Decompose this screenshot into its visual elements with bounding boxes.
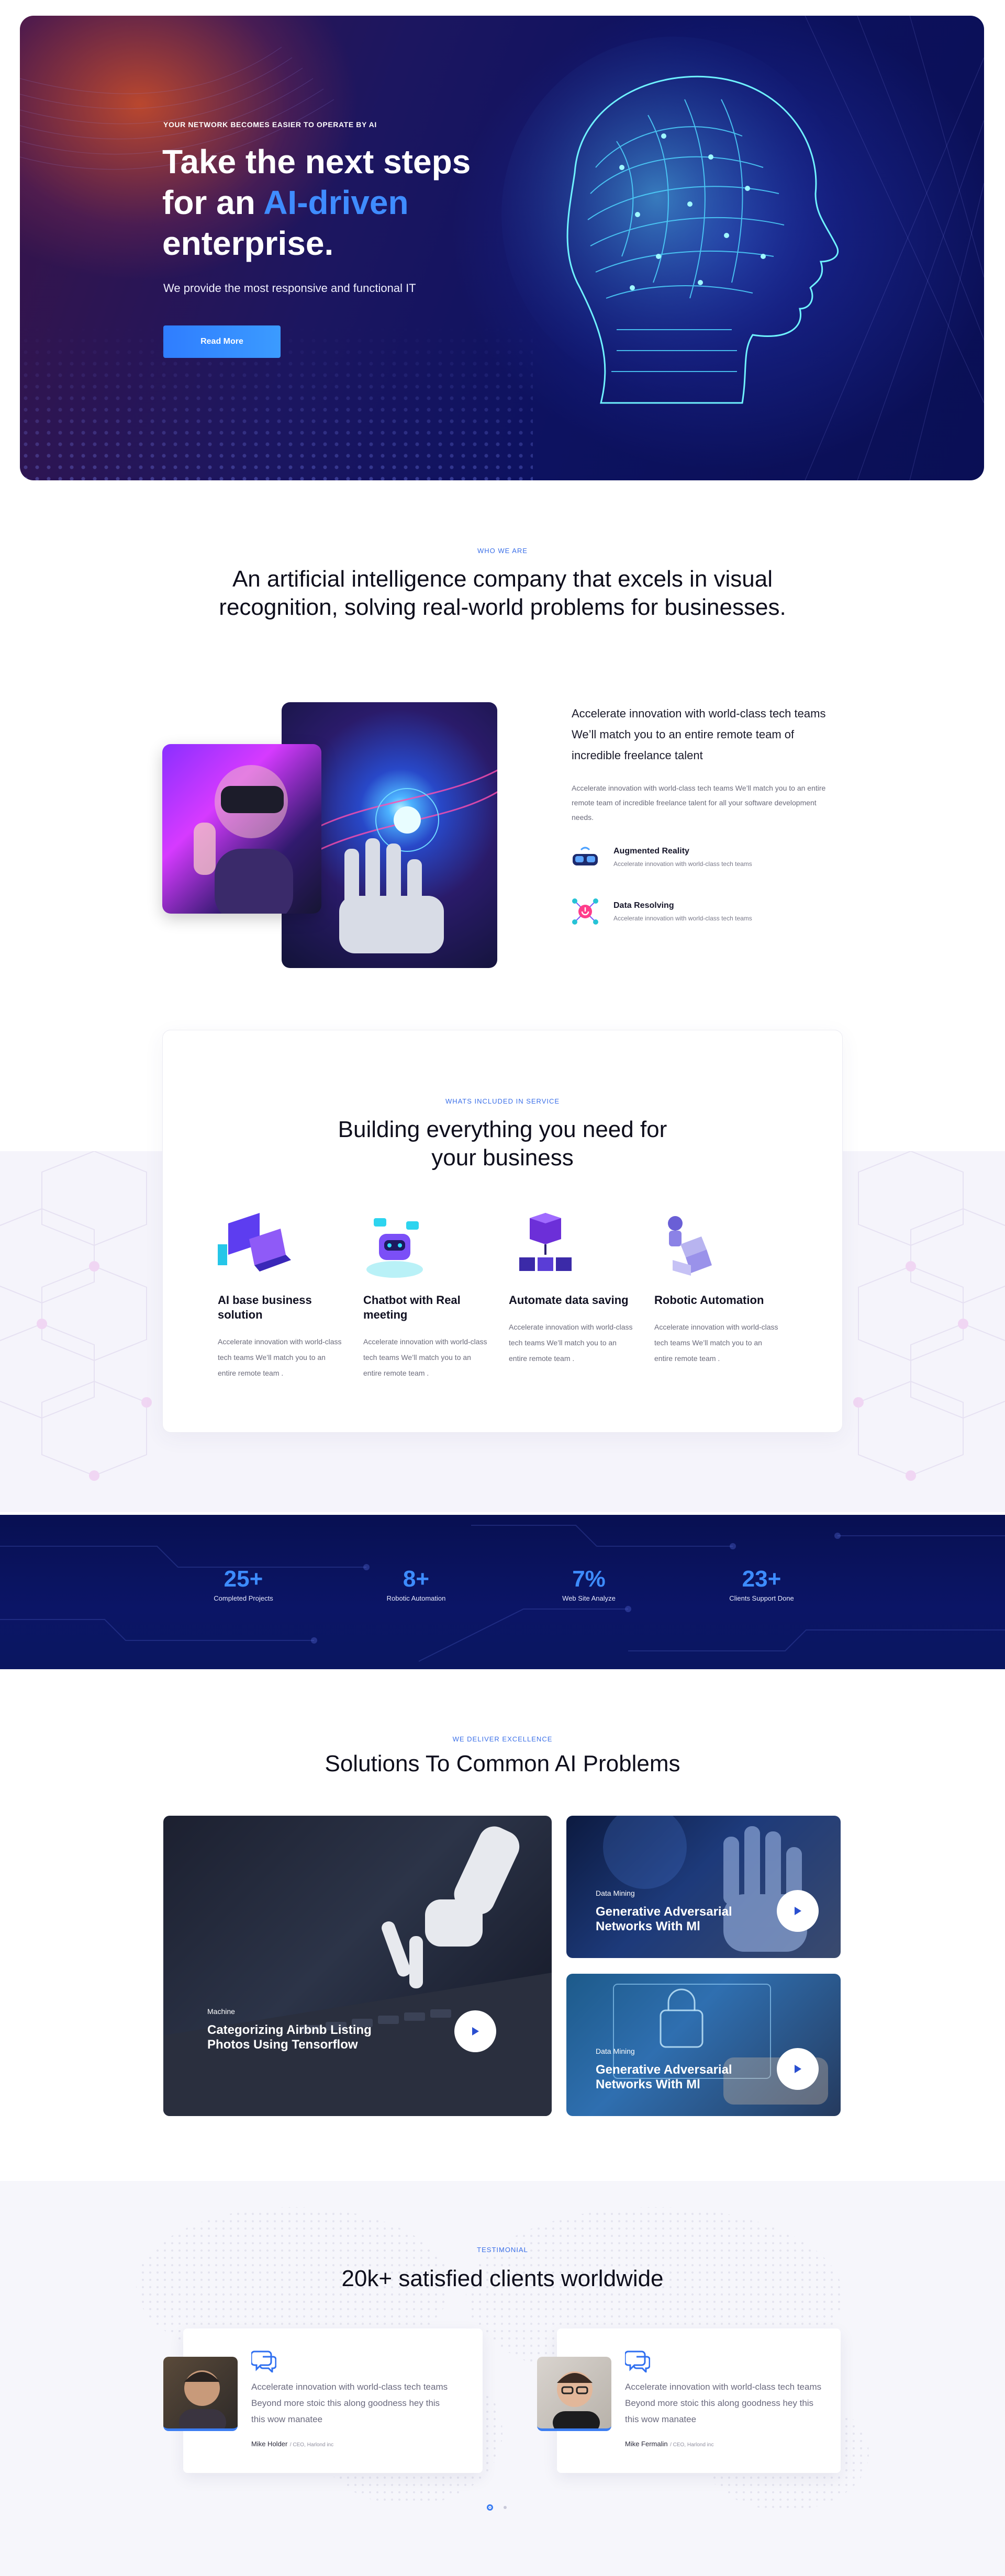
avatar bbox=[163, 2357, 238, 2431]
service-title: Chatbot with Real meeting bbox=[363, 1293, 461, 1321]
solution-tag: Data Mining bbox=[596, 2047, 635, 2055]
feature-title: Data Resolving bbox=[613, 901, 674, 910]
stat-value: 23+ bbox=[742, 1566, 781, 1592]
hero-title-accent: AI-driven bbox=[263, 184, 409, 221]
stat-website-analyze: 7% Web Site Analyze bbox=[523, 1566, 654, 1602]
world-map-dots bbox=[136, 2207, 869, 2511]
author-name: Mike Holder bbox=[251, 2440, 288, 2448]
solution-card-large[interactable]: Machine Categorizing Airbnb Listing Phot… bbox=[163, 1816, 552, 2116]
who-body-text: Accelerate innovation with world-class t… bbox=[572, 784, 826, 822]
service-title: Robotic Automation bbox=[654, 1293, 764, 1307]
security-lock-art bbox=[613, 1984, 828, 2105]
chat-bubble-icon bbox=[251, 2350, 276, 2372]
testimonial-author: Mike Fermalin / CEO, Harlond inc bbox=[625, 2439, 713, 2449]
testimonial-text: Accelerate innovation with world-class t… bbox=[625, 2382, 822, 2424]
person-photo bbox=[179, 2370, 226, 2428]
service-desc: Accelerate innovation with world-class t… bbox=[509, 1323, 633, 1363]
service-desc: Accelerate innovation with world-class t… bbox=[218, 1337, 342, 1377]
solution-tag: Machine bbox=[207, 2007, 235, 2016]
testimonial-text: Accelerate innovation with world-class t… bbox=[251, 2382, 448, 2424]
avatar bbox=[537, 2357, 611, 2431]
who-lead-text: Accelerate innovation with world-class t… bbox=[572, 707, 826, 762]
pager-dot[interactable] bbox=[504, 2506, 507, 2509]
feature-desc: Accelerate innovation with world-class t… bbox=[613, 860, 752, 868]
feature-desc: Accelerate innovation with world-class t… bbox=[613, 915, 752, 922]
solution-title: Generative Adversarial Networks With Ml bbox=[596, 2063, 732, 2091]
vr-goggles-icon bbox=[573, 847, 598, 865]
feature-data-resolving: Data Resolving Accelerate innovation wit… bbox=[571, 897, 843, 928]
circuit-pattern bbox=[0, 1525, 1005, 1662]
service-title: AI base business solution bbox=[218, 1293, 312, 1321]
author-role: CEO, Harlond inc bbox=[293, 2442, 334, 2448]
service-title: Automate data saving bbox=[509, 1293, 629, 1307]
service-item[interactable]: Robotic Automation Accelerate innovation… bbox=[654, 1213, 780, 1366]
data-cube-icon bbox=[519, 1213, 572, 1271]
stat-clients-support: 23+ Clients Support Done bbox=[696, 1566, 827, 1602]
play-button[interactable] bbox=[777, 1890, 819, 1932]
hero-title-line2: for an bbox=[162, 184, 264, 221]
stat-label: Robotic Automation bbox=[386, 1594, 446, 1602]
solution-card-small[interactable]: Data Mining Generative Adversarial Netwo… bbox=[566, 1974, 841, 2116]
services-title: Building everything you need for your bu… bbox=[338, 1117, 667, 1171]
solution-card-small[interactable]: Data Mining Generative Adversarial Netwo… bbox=[566, 1816, 841, 1958]
robot-hand-keyboard-art bbox=[163, 1826, 552, 2116]
pager-dot-active[interactable] bbox=[487, 2504, 493, 2511]
stats-band: 25+ Completed Projects 8+ Robotic Automa… bbox=[0, 1515, 1005, 1669]
hero-title-line3: enterprise. bbox=[162, 224, 334, 262]
solutions-title: Solutions To Common AI Problems bbox=[325, 1751, 680, 1776]
carousel-pager bbox=[487, 2504, 507, 2511]
chatbot-icon bbox=[366, 1218, 423, 1278]
stat-label: Web Site Analyze bbox=[562, 1594, 616, 1602]
glowing-hand-art bbox=[603, 1816, 807, 1952]
feature-augmented-reality: Augmented Reality Accelerate innovation … bbox=[571, 842, 843, 874]
solutions-eyebrow: WE DELIVER EXCELLENCE bbox=[452, 1735, 553, 1743]
stat-robotic-automation: 8+ Robotic Automation bbox=[351, 1566, 482, 1602]
chat-bubble-icon bbox=[625, 2350, 650, 2372]
play-icon bbox=[795, 1907, 801, 1915]
play-icon bbox=[795, 2065, 801, 2073]
play-button[interactable] bbox=[454, 2010, 496, 2052]
stat-value: 25+ bbox=[224, 1566, 263, 1592]
testimonial-title: 20k+ satisfied clients worldwide bbox=[341, 2266, 664, 2291]
hero-subtitle: We provide the most responsive and funct… bbox=[163, 282, 416, 295]
data-network-icon bbox=[572, 898, 598, 925]
laptop-devices-icon bbox=[218, 1213, 291, 1272]
service-item[interactable]: Automate data saving Accelerate innovati… bbox=[509, 1213, 634, 1366]
play-icon bbox=[472, 2027, 479, 2035]
service-desc: Accelerate innovation with world-class t… bbox=[654, 1323, 778, 1363]
solution-title: Generative Adversarial Networks With Ml bbox=[596, 1905, 732, 1933]
who-title: An artificial intelligence company that … bbox=[219, 566, 786, 620]
author-role: CEO, Harlond inc bbox=[673, 2442, 714, 2448]
hero-eyebrow: YOUR NETWORK BECOMES EASIER TO OPERATE B… bbox=[163, 120, 377, 129]
stat-completed-projects: 25+ Completed Projects bbox=[178, 1566, 309, 1602]
play-button[interactable] bbox=[777, 2048, 819, 2090]
stat-value: 8+ bbox=[403, 1566, 430, 1592]
hero-banner: YOUR NETWORK BECOMES EASIER TO OPERATE B… bbox=[20, 16, 984, 480]
stat-value: 7% bbox=[572, 1566, 606, 1592]
robot-arm-icon bbox=[668, 1216, 712, 1276]
testimonial-author: Mike Holder / CEO, Harlond inc bbox=[251, 2439, 333, 2449]
testimonial-section bbox=[0, 2181, 1005, 2576]
person-photo bbox=[553, 2371, 600, 2428]
feature-title: Augmented Reality bbox=[613, 847, 689, 856]
hero-title-line1: Take the next steps bbox=[162, 143, 471, 181]
service-item[interactable]: AI base business solution Accelerate inn… bbox=[218, 1213, 343, 1381]
stat-label: Clients Support Done bbox=[729, 1594, 794, 1602]
ai-head-illustration bbox=[501, 37, 847, 404]
solution-title: Categorizing Airbnb Listing Photos Using… bbox=[207, 2023, 372, 2052]
who-eyebrow: WHO WE ARE bbox=[477, 547, 528, 555]
solution-tag: Data Mining bbox=[596, 1889, 635, 1897]
author-name: Mike Fermalin bbox=[625, 2440, 668, 2448]
read-more-button[interactable]: Read More bbox=[163, 325, 281, 358]
testimonial-eyebrow: TESTIMONIAL bbox=[477, 2246, 528, 2254]
stat-label: Completed Projects bbox=[214, 1594, 273, 1602]
vr-headset-image bbox=[162, 744, 321, 914]
vr-person-art bbox=[194, 765, 293, 914]
service-item[interactable]: Chatbot with Real meeting Accelerate inn… bbox=[363, 1213, 489, 1381]
services-eyebrow: WHATS INCLUDED IN SERVICE bbox=[445, 1097, 560, 1105]
service-desc: Accelerate innovation with world-class t… bbox=[363, 1337, 487, 1377]
